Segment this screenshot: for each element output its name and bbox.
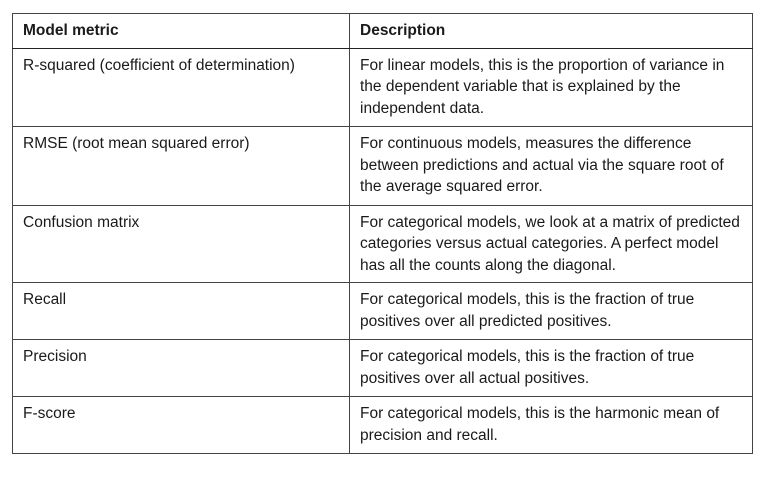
description-cell: For categorical models, this is the frac… [349,339,753,397]
description-cell: For linear models, this is the proportio… [349,47,753,127]
metric-cell: F-score [12,396,350,454]
table-row-precision: Precision For categorical models, this i… [12,339,753,397]
column-header-model-metric: Model metric [12,13,350,49]
metric-cell: RMSE (root mean squared error) [12,126,350,206]
description-cell: For categorical models, this is the harm… [349,396,753,454]
table-row-f-score: F-score For categorical models, this is … [12,396,753,454]
description-cell: For categorical models, this is the frac… [349,282,753,340]
description-cell: For continuous models, measures the diff… [349,126,753,206]
metric-cell: Recall [12,282,350,340]
table-row-r-squared: R-squared (coefficient of determination)… [12,47,753,127]
description-cell: For categorical models, we look at a mat… [349,204,753,283]
metric-cell: R-squared (coefficient of determination) [12,47,350,127]
table-row-confusion-matrix: Confusion matrix For categorical models,… [12,204,753,283]
table-row-rmse: RMSE (root mean squared error) For conti… [12,126,753,206]
metric-cell: Confusion matrix [12,204,350,283]
table-row-recall: Recall For categorical models, this is t… [12,282,753,340]
metric-cell: Precision [12,339,350,397]
column-header-description: Description [349,13,753,49]
table-header-row: Model metric Description [12,13,753,49]
metrics-table: Model metric Description R-squared (coef… [12,13,753,454]
